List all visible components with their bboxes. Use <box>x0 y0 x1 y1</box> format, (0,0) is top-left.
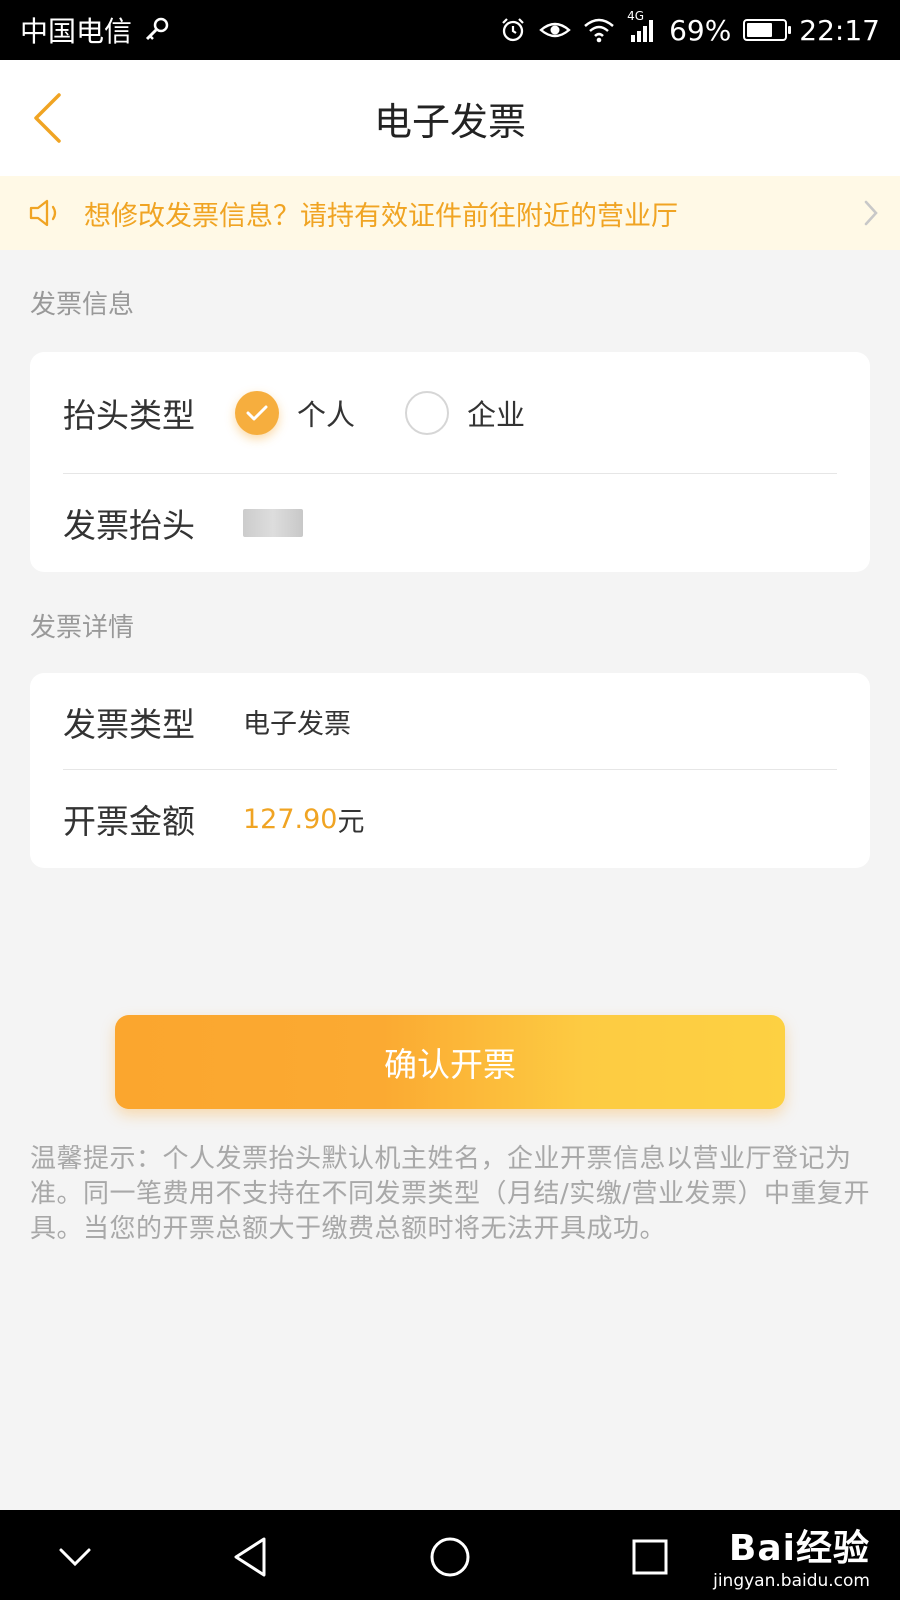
invoice-type-row: 发票类型 电子发票 <box>63 673 837 770</box>
title-type-radio-group: 个人 企业 <box>235 391 575 435</box>
nav-hide-button[interactable] <box>50 1532 100 1582</box>
invoice-title-row: 发票抬头 <box>63 474 837 572</box>
invoice-title-label: 发票抬头 <box>63 506 195 545</box>
chevron-down-icon <box>59 1548 91 1567</box>
confirm-invoice-button[interactable]: 确认开票 <box>115 1015 785 1109</box>
invoice-amount-unit: 元 <box>337 806 365 838</box>
watermark-logo-text: Bai经验 <box>728 1528 870 1569</box>
invoice-amount-label: 开票金额 <box>63 802 195 841</box>
nav-back-button[interactable] <box>225 1532 275 1582</box>
watermark-url: jingyan.baidu.com <box>713 1571 870 1591</box>
notice-bar[interactable]: 想修改发票信息？请持有效证件前往附近的营业厅 <box>0 176 900 250</box>
invoice-type-value: 电子发票 <box>243 709 351 740</box>
battery-percent: 69% <box>669 13 732 47</box>
battery-icon <box>743 19 792 41</box>
key-icon <box>144 17 170 43</box>
invoice-info-card: 抬头类型 个人 企业 发票抬头 <box>30 352 870 572</box>
square-recents-icon <box>632 1539 668 1575</box>
title-type-row: 抬头类型 个人 企业 <box>63 352 837 474</box>
watermark: Bai经验 jingyan.baidu.com <box>713 1510 870 1600</box>
invoice-amount-value: 127.90 <box>243 803 338 835</box>
radio-personal-label: 个人 <box>297 398 356 432</box>
nav-bar: 电子发票 <box>0 60 900 176</box>
check-icon <box>235 391 279 435</box>
nav-home-button[interactable] <box>425 1532 475 1582</box>
blurred-name <box>243 509 303 537</box>
eye-icon <box>539 18 571 42</box>
radio-enterprise-label: 企业 <box>467 398 526 432</box>
carrier-label: 中国电信 <box>20 15 133 48</box>
title-type-label: 抬头类型 <box>63 396 195 435</box>
section-label-invoice-info: 发票信息 <box>30 290 135 320</box>
signal-icon: 4G <box>627 9 657 43</box>
invoice-type-label: 发票类型 <box>63 704 195 744</box>
back-button[interactable] <box>18 88 78 148</box>
notice-text: 想修改发票信息？请持有效证件前往附近的营业厅 <box>84 200 678 232</box>
page-title: 电子发票 <box>373 99 526 144</box>
section-label-invoice-detail: 发票详情 <box>30 613 135 643</box>
chevron-right-icon <box>864 200 878 226</box>
radio-empty-icon <box>405 391 450 435</box>
invoice-detail-card: 发票类型 电子发票 开票金额 127.90 元 <box>30 673 870 868</box>
clock: 22:17 <box>799 13 880 47</box>
circle-home-icon <box>430 1537 470 1577</box>
alarm-icon <box>499 16 527 44</box>
radio-personal[interactable]: 个人 <box>235 391 355 435</box>
status-bar: 中国电信 4G 69% 22:17 <box>0 0 900 60</box>
radio-enterprise[interactable]: 企业 <box>405 391 525 435</box>
triangle-back-icon <box>234 1537 266 1577</box>
speaker-icon <box>29 199 57 227</box>
chevron-left-icon <box>34 93 61 143</box>
wifi-icon <box>583 17 615 43</box>
network-type-label: 4G <box>627 9 644 23</box>
tips-text: 温馨提示：个人发票抬头默认机主姓名，企业开票信息以营业厅登记为准。同一笔费用不支… <box>30 1144 871 1244</box>
nav-recents-button[interactable] <box>625 1532 675 1582</box>
invoice-amount-row: 开票金额 127.90 元 <box>63 770 837 868</box>
